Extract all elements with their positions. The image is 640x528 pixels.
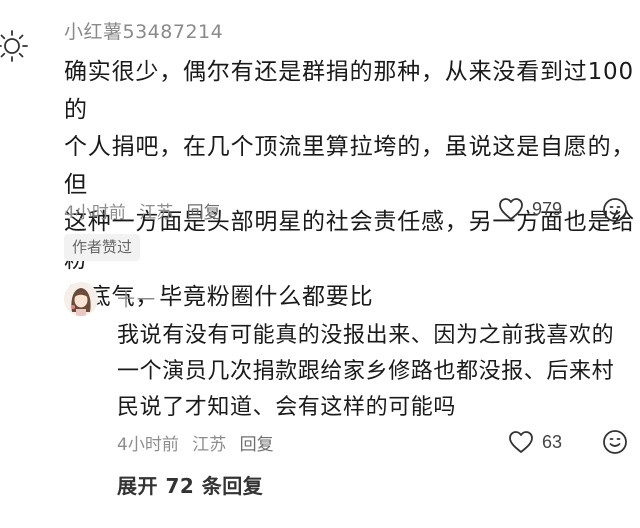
expand-replies-button[interactable]: 展开 72 条回复 <box>117 470 263 499</box>
comment-meta: 4小时前 江苏 回复 <box>64 198 229 223</box>
reply-line: 我说有没有可能真的没报出来、因为之前我喜欢的 <box>117 323 615 348</box>
girl-avatar-icon <box>64 282 98 316</box>
reply-username[interactable]: 十一 <box>117 286 157 312</box>
sun-avatar-icon[interactable] <box>0 28 30 64</box>
smiley-icon[interactable] <box>602 197 628 223</box>
reply-avatar[interactable] <box>64 282 98 316</box>
reply-line: 一个演员几次捐款跟给家乡修路也都没报、后来村 <box>117 359 615 384</box>
comment-reply-button[interactable]: 回复 <box>187 203 221 223</box>
comment-like-button[interactable]: 979 <box>498 197 562 221</box>
comment-like-count: 979 <box>532 198 563 219</box>
reply-location: 江苏 <box>192 435 227 455</box>
heart-icon <box>509 431 533 453</box>
heart-icon <box>499 198 523 220</box>
comment-line: 个人捐吧，在几个顶流里算拉垮的，虽说这是自愿的，但 <box>64 134 636 198</box>
reply-line: 民说了才知道、会有这样的可能吗 <box>117 395 457 420</box>
reply-reply-button[interactable]: 回复 <box>240 435 274 455</box>
comment-time: 4小时前 <box>64 203 126 223</box>
comment-line: 确实很少，偶尔有还是群捐的那种，从来没看到过100的 <box>64 59 634 123</box>
author-liked-badge: 作者赞过 <box>64 234 141 261</box>
comment-text: 确实很少，偶尔有还是群捐的那种，从来没看到过100的 个人捐吧，在几个顶流里算拉… <box>64 54 636 317</box>
reply-meta: 4小时前 江苏 回复 <box>117 430 282 455</box>
comment-username[interactable]: 小红薯53487214 <box>64 17 223 44</box>
reply-like-button[interactable]: 63 <box>508 430 562 454</box>
reply-text: 我说有没有可能真的没报出来、因为之前我喜欢的 一个演员几次捐款跟给家乡修路也都没… <box>117 318 639 426</box>
smiley-icon[interactable] <box>602 429 628 455</box>
comment-location: 江苏 <box>139 203 174 223</box>
reply-like-count: 63 <box>542 431 563 452</box>
reply-time: 4小时前 <box>117 435 179 455</box>
